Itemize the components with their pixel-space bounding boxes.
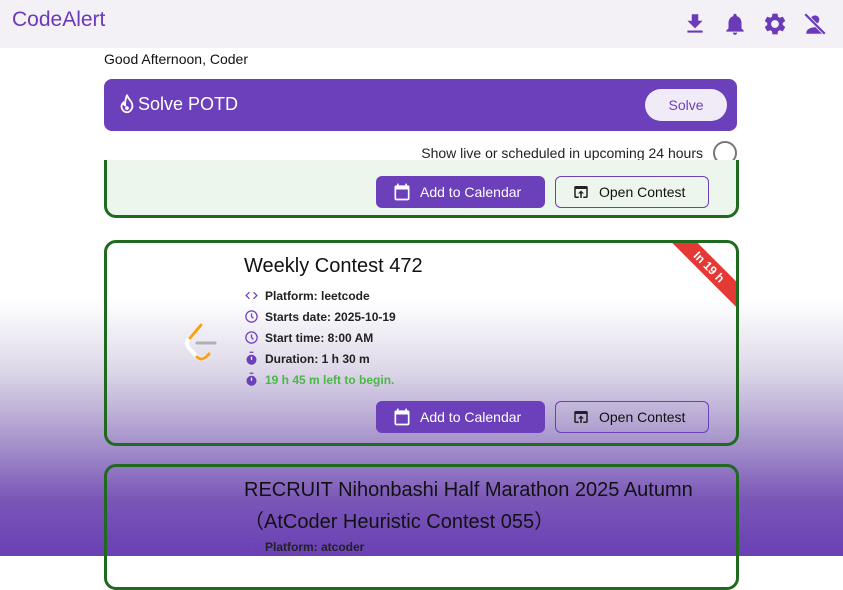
contest-subtitle: （AtCoder Heuristic Contest 055） <box>244 511 555 533</box>
contest-card: RECRUIT Nihonbashi Half Marathon 2025 Au… <box>104 464 739 590</box>
code-icon <box>245 291 258 300</box>
clock-icon <box>245 331 258 344</box>
start-time-text: Start time: 8:00 AM <box>265 331 374 345</box>
timer-icon <box>246 372 257 386</box>
leetcode-logo-icon <box>185 323 217 361</box>
person-off-icon[interactable] <box>802 11 828 37</box>
platform-text: Platform: atcoder <box>265 540 365 554</box>
timer-icon <box>246 351 257 365</box>
clock-icon <box>245 310 258 323</box>
open-in-new-icon <box>574 411 588 423</box>
code-icon <box>245 542 258 551</box>
add-to-calendar-button[interactable]: Add to Calendar <box>376 401 545 433</box>
open-button-label: Open Contest <box>599 409 686 425</box>
open-button-label: Open Contest <box>599 184 686 200</box>
solve-button[interactable]: Solve <box>645 89 727 121</box>
calendar-icon <box>394 183 410 201</box>
greeting: Good Afternoon, Coder <box>104 51 248 67</box>
calendar-icon <box>394 408 410 426</box>
open-contest-button[interactable]: Open Contest <box>555 401 709 433</box>
contest-card: In 19 h Weekly Contest 472 Platform: lee… <box>104 240 739 446</box>
download-icon[interactable] <box>682 11 708 37</box>
contest-title: Weekly Contest 472 <box>244 255 423 277</box>
potd-label: Solve POTD <box>138 94 239 114</box>
add-to-calendar-button[interactable]: Add to Calendar <box>376 176 545 208</box>
gear-icon[interactable] <box>762 11 788 37</box>
contest-title: RECRUIT Nihonbashi Half Marathon 2025 Au… <box>244 479 693 501</box>
fire-icon <box>120 94 134 114</box>
app-title: CodeAlert <box>12 8 106 31</box>
time-ribbon: In 19 h <box>663 243 736 313</box>
start-date-text: Starts date: 2025-10-19 <box>265 310 396 324</box>
contest-card: Add to Calendar Open Contest <box>104 160 739 218</box>
platform-text: Platform: leetcode <box>265 289 370 303</box>
open-contest-button[interactable]: Open Contest <box>555 176 709 208</box>
app-bar: CodeAlert <box>0 0 843 48</box>
bell-icon[interactable] <box>722 11 748 37</box>
filter-label: Show live or scheduled in upcoming 24 ho… <box>421 145 703 161</box>
calendar-button-label: Add to Calendar <box>420 184 522 200</box>
potd-banner[interactable]: Solve POTD Solve <box>104 79 737 131</box>
time-left-text: 19 h 45 m left to begin. <box>265 373 395 387</box>
calendar-button-label: Add to Calendar <box>420 409 522 425</box>
open-in-new-icon <box>574 186 588 198</box>
duration-text: Duration: 1 h 30 m <box>265 352 370 366</box>
